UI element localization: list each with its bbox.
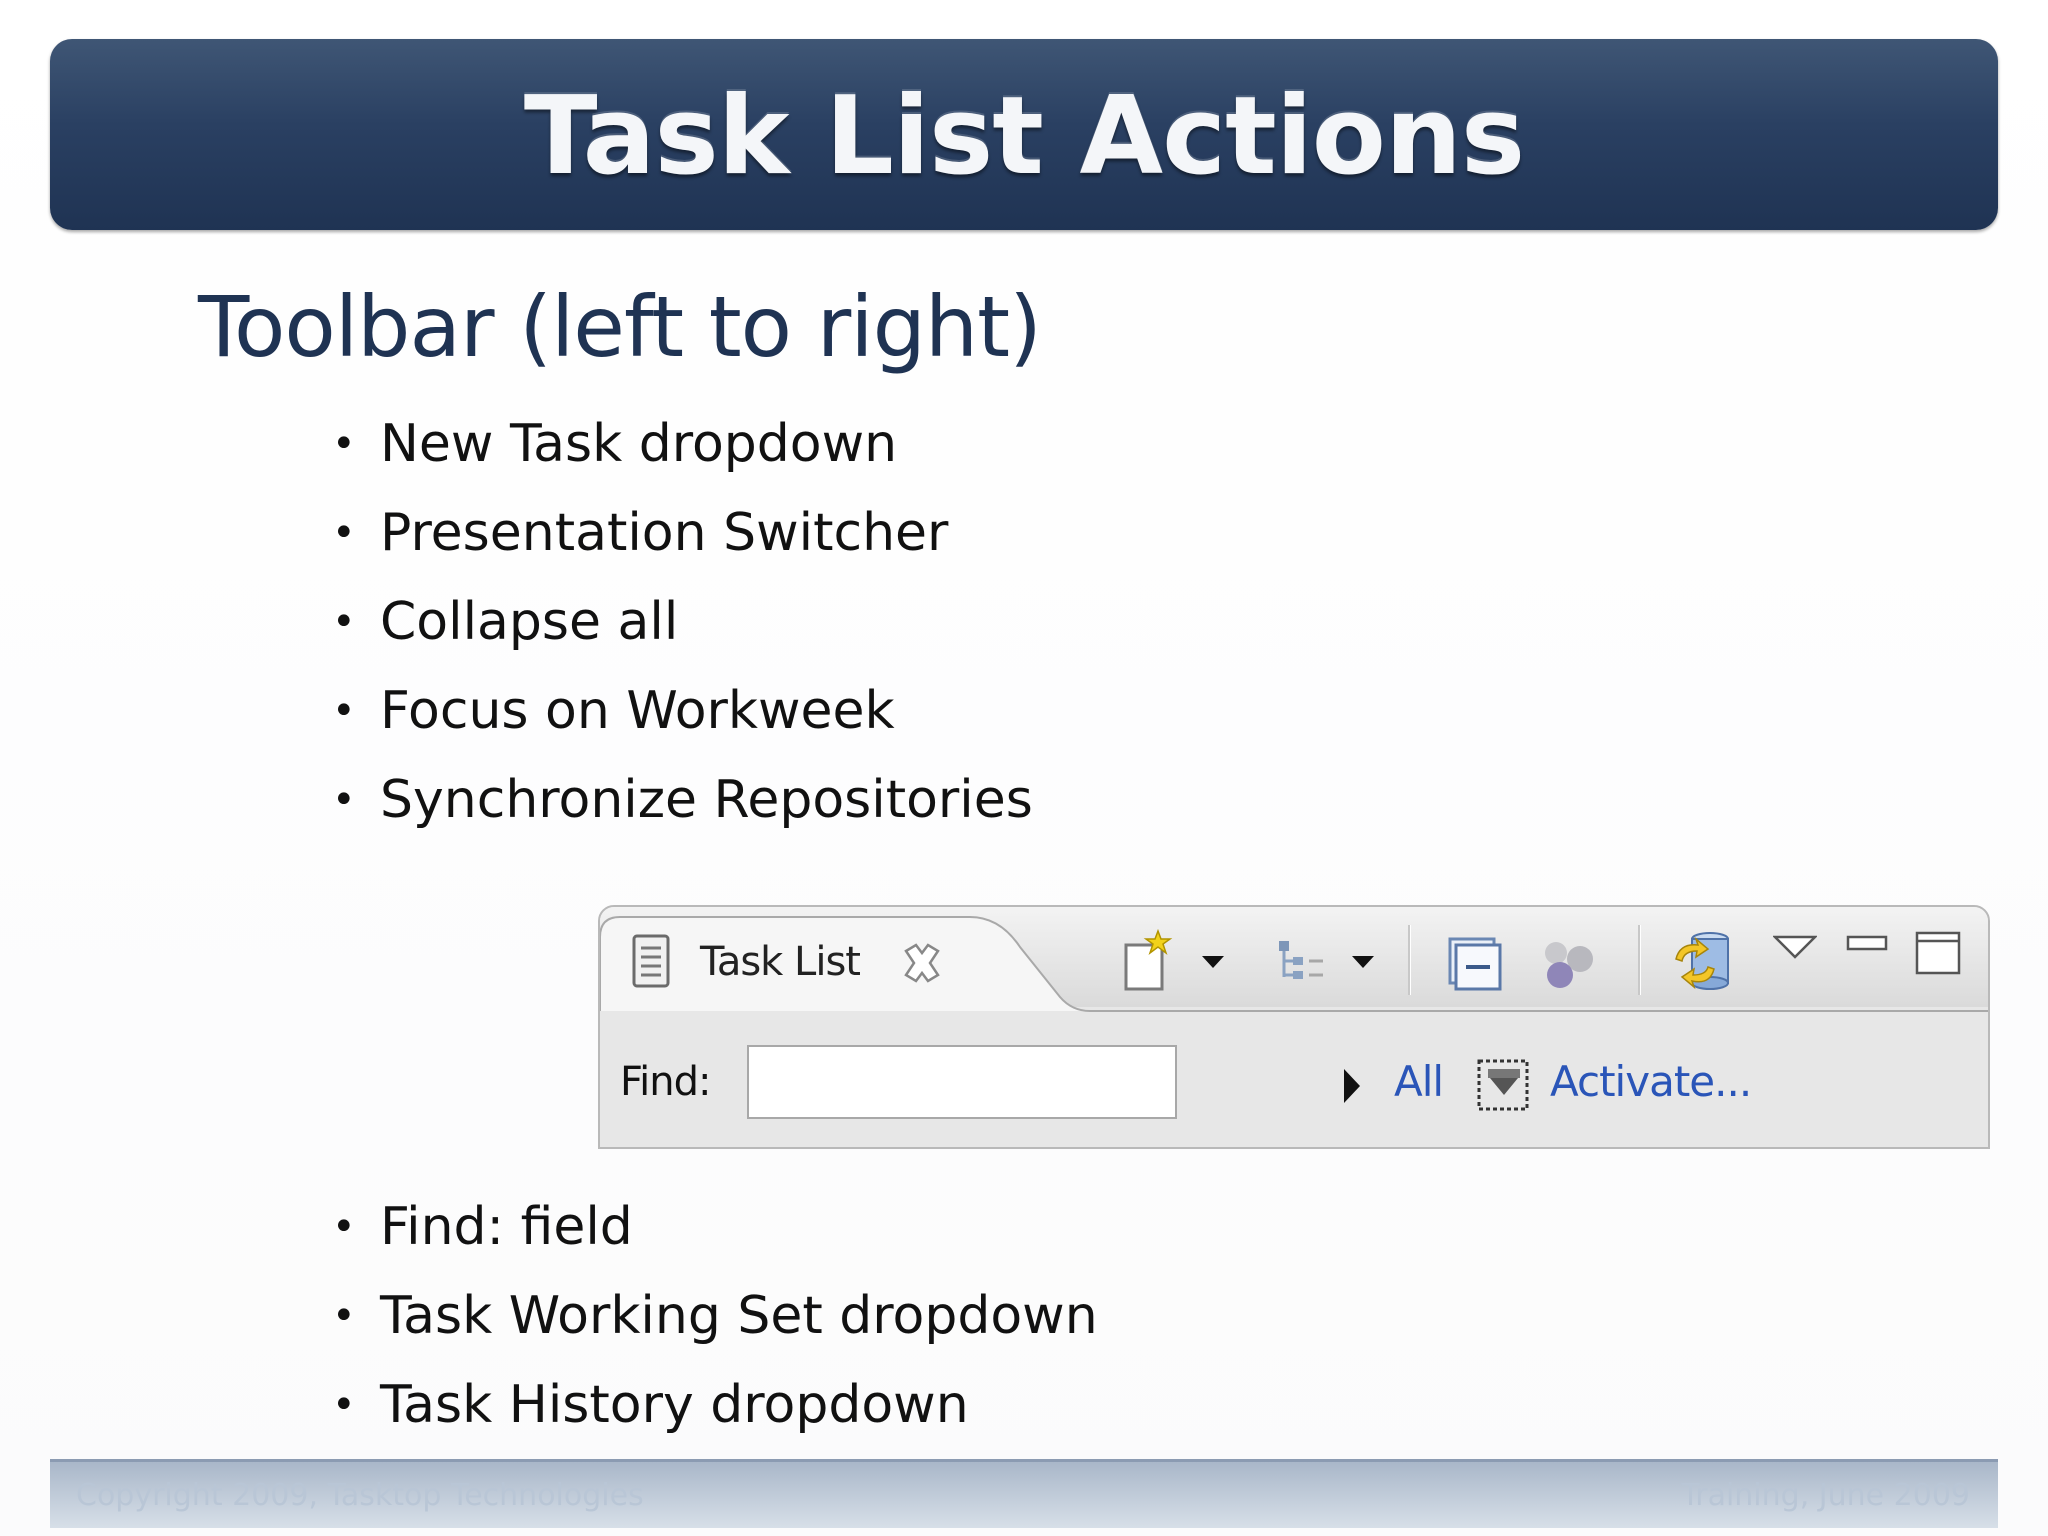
list-item: • Focus on Workweek bbox=[332, 667, 1033, 756]
task-history-link[interactable]: Activate... bbox=[1550, 1057, 1752, 1106]
bullet-icon: • bbox=[332, 1293, 356, 1339]
footer-copyright: Copyright 2009, Tasktop Technologies bbox=[76, 1478, 644, 1513]
toolbar-separator bbox=[1638, 925, 1641, 995]
bullet-icon: • bbox=[332, 1382, 356, 1428]
bullet-icon: • bbox=[332, 777, 356, 823]
task-list-icon bbox=[630, 932, 676, 998]
slide-footer: Copyright 2009, Tasktop Technologies Tra… bbox=[50, 1459, 1998, 1528]
list-item: • Find: field bbox=[332, 1183, 1098, 1272]
find-label: Find: bbox=[620, 1059, 711, 1105]
task-working-set-link[interactable]: All bbox=[1394, 1057, 1444, 1106]
focus-workweek-button[interactable] bbox=[1540, 937, 1602, 997]
bullet-icon: • bbox=[332, 599, 356, 645]
slide-subtitle: Toolbar (left to right) bbox=[198, 278, 1042, 376]
tab-task-list[interactable]: Task List bbox=[700, 939, 861, 985]
toolbar-bullet-list: • New Task dropdown • Presentation Switche… bbox=[332, 400, 1033, 845]
task-history-icon[interactable] bbox=[1476, 1057, 1532, 1119]
footer-date: Training, June 2009 bbox=[1681, 1478, 1970, 1513]
view-menu-icon[interactable] bbox=[1771, 935, 1819, 965]
minimize-icon[interactable] bbox=[1846, 935, 1888, 959]
slide-title: Task List Actions bbox=[523, 74, 1525, 199]
synchronize-button[interactable] bbox=[1670, 929, 1740, 999]
list-item: • Synchronize Repositories bbox=[332, 756, 1033, 845]
presentation-switcher-button[interactable] bbox=[1275, 935, 1331, 995]
list-item: • Collapse all bbox=[332, 578, 1033, 667]
maximize-icon[interactable] bbox=[1915, 931, 1961, 981]
task-list-view: Task List Find: All Activate... bbox=[598, 905, 1990, 1149]
close-icon[interactable] bbox=[900, 941, 944, 989]
toolbar-separator bbox=[1408, 925, 1411, 995]
dropdown-arrow-icon[interactable] bbox=[1202, 955, 1224, 974]
find-bullet-list: • Find: field • Task Working Set dropdown … bbox=[332, 1183, 1098, 1450]
bullet-icon: • bbox=[332, 688, 356, 734]
title-bar: Task List Actions bbox=[50, 39, 1998, 230]
bullet-icon: • bbox=[332, 1204, 356, 1250]
collapse-all-button[interactable] bbox=[1446, 935, 1504, 997]
triangle-right-icon[interactable] bbox=[1342, 1067, 1362, 1109]
list-item: • New Task dropdown bbox=[332, 400, 1033, 489]
list-item: • Task History dropdown bbox=[332, 1361, 1098, 1450]
find-input[interactable] bbox=[747, 1045, 1177, 1119]
new-task-button[interactable] bbox=[1120, 927, 1184, 1001]
bullet-icon: • bbox=[332, 421, 356, 467]
dropdown-arrow-icon[interactable] bbox=[1352, 955, 1374, 974]
list-item: • Task Working Set dropdown bbox=[332, 1272, 1098, 1361]
bullet-icon: • bbox=[332, 510, 356, 556]
list-item: • Presentation Switcher bbox=[332, 489, 1033, 578]
